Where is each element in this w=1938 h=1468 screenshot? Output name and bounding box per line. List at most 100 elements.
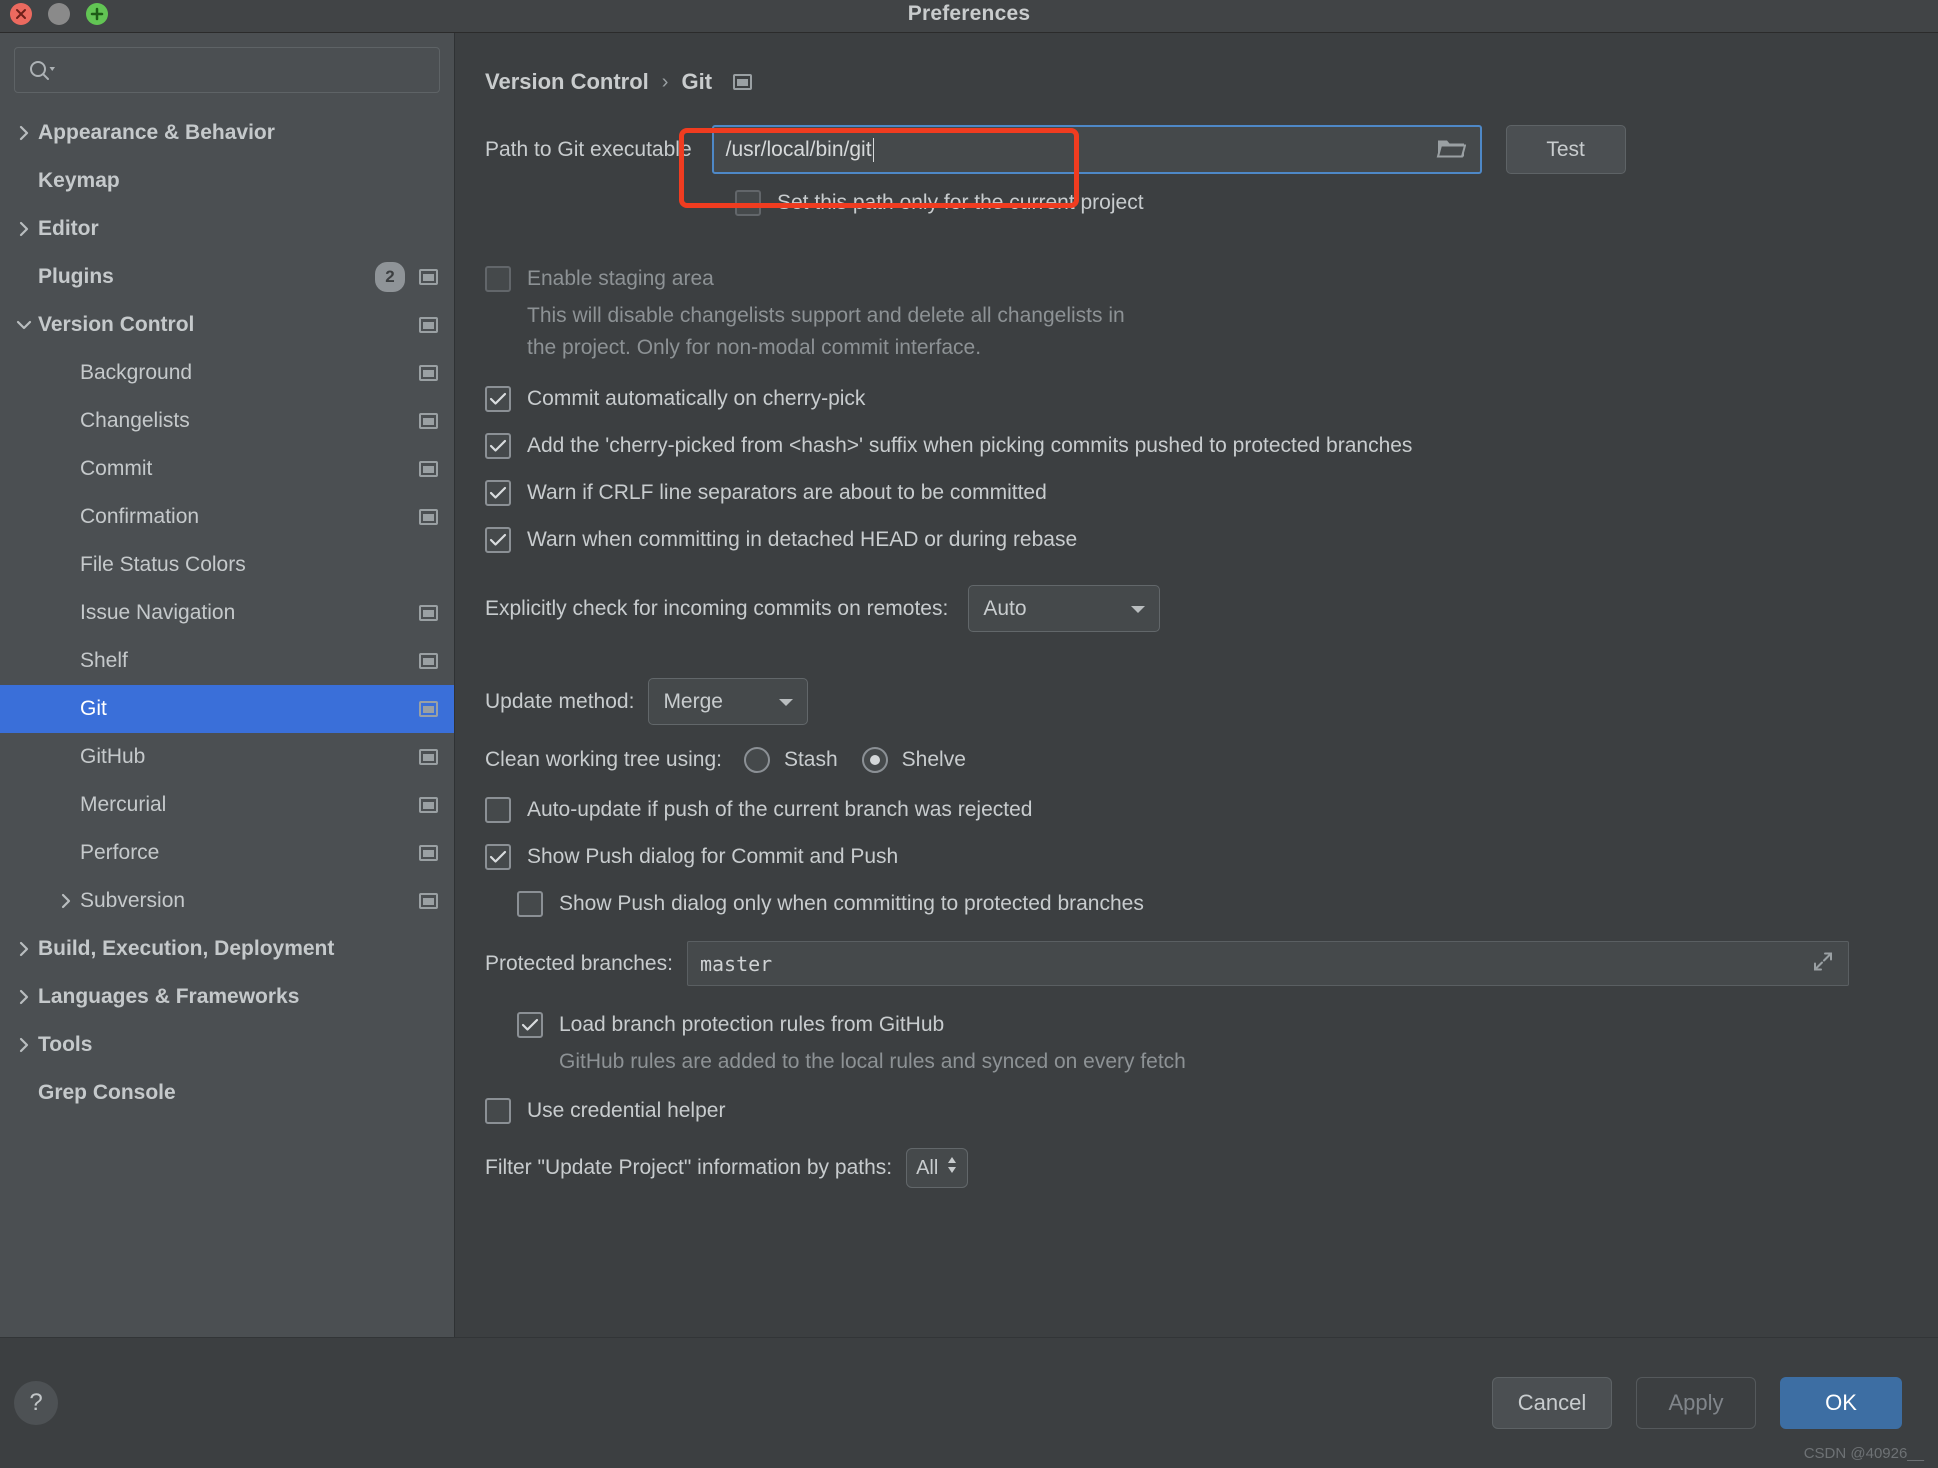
sidebar-item-commit[interactable]: Commit <box>0 445 454 493</box>
sidebar-item-version-control[interactable]: Version Control <box>0 301 454 349</box>
cancel-button[interactable]: Cancel <box>1492 1377 1612 1429</box>
sidebar-item-languages-frameworks[interactable]: Languages & Frameworks <box>0 973 454 1021</box>
protected-branches-input[interactable]: master <box>686 941 1849 986</box>
enable-staging-checkbox[interactable] <box>485 266 511 292</box>
sidebar-item-changelists[interactable]: Changelists <box>0 397 454 445</box>
project-scope-icon[interactable] <box>419 317 438 333</box>
chevron-right-icon[interactable] <box>10 1036 38 1054</box>
auto-update-row[interactable]: Auto-update if push of the current branc… <box>485 797 1938 823</box>
protected-branches-row: Protected branches: master <box>485 941 1938 986</box>
sidebar-item-grep-console[interactable]: Grep Console <box>0 1069 454 1117</box>
radio-option-shelve[interactable]: Shelve <box>861 747 966 773</box>
incoming-commits-select[interactable]: Auto <box>968 585 1161 632</box>
project-scope-icon[interactable] <box>419 893 438 909</box>
show-push-dialog-protected-row[interactable]: Show Push dialog only when committing to… <box>517 891 1938 917</box>
git-option-checkbox[interactable] <box>485 386 511 412</box>
project-scope-icon[interactable] <box>419 653 438 669</box>
enable-staging-description: This will disable changelists support an… <box>527 304 1938 360</box>
sidebar-item-file-status-colors[interactable]: File Status Colors <box>0 541 454 589</box>
git-settings-form: Path to Git executable /usr/local/bin/gi… <box>455 125 1938 1188</box>
project-scope-icon[interactable] <box>419 461 438 477</box>
enable-staging-row[interactable]: Enable staging area <box>485 266 1938 292</box>
chevron-right-icon[interactable] <box>10 124 38 142</box>
shelve-radio[interactable] <box>861 747 888 773</box>
set-path-only-row[interactable]: Set this path only for the current proje… <box>735 190 1938 216</box>
git-option-row[interactable]: Add the 'cherry-picked from <hash>' suff… <box>485 433 1938 459</box>
update-method-select[interactable]: Merge <box>648 678 809 725</box>
sidebar-item-label: Changelists <box>80 409 190 432</box>
project-scope-icon[interactable] <box>419 605 438 621</box>
sidebar-item-label: Subversion <box>80 889 186 912</box>
git-option-row[interactable]: Warn if CRLF line separators are about t… <box>485 480 1938 506</box>
git-option-checkbox[interactable] <box>485 527 511 553</box>
sidebar-item-label: Version Control <box>38 313 195 336</box>
project-scope-icon[interactable] <box>419 701 438 717</box>
sidebar-item-subversion[interactable]: Subversion <box>0 877 454 925</box>
expand-field-icon[interactable] <box>1812 950 1834 977</box>
sidebar-item-appearance-behavior[interactable]: Appearance & Behavior <box>0 109 454 157</box>
sidebar-item-build-execution-deployment[interactable]: Build, Execution, Deployment <box>0 925 454 973</box>
filter-paths-select[interactable]: All <box>906 1148 969 1188</box>
shelve-label: Shelve <box>901 748 966 771</box>
set-path-only-checkbox[interactable] <box>735 190 761 216</box>
git-executable-input[interactable]: /usr/local/bin/git <box>711 125 1482 174</box>
git-executable-label: Path to Git executable <box>485 137 692 161</box>
sidebar-item-confirmation[interactable]: Confirmation <box>0 493 454 541</box>
git-executable-field-wrap: /usr/local/bin/git <box>711 125 1482 174</box>
sidebar-item-git[interactable]: Git <box>0 685 454 733</box>
git-option-checkbox[interactable] <box>485 480 511 506</box>
show-push-dialog-row[interactable]: Show Push dialog for Commit and Push <box>485 844 1938 870</box>
incoming-commits-value: Auto <box>983 596 1027 620</box>
project-scope-icon[interactable] <box>419 413 438 429</box>
auto-update-checkbox[interactable] <box>485 797 511 823</box>
project-scope-icon[interactable] <box>419 797 438 813</box>
settings-content-pane: Version Control › Git Path to Git execut… <box>455 33 1938 1337</box>
load-branch-rules-row[interactable]: Load branch protection rules from GitHub <box>517 1012 1938 1038</box>
credential-helper-checkbox[interactable] <box>485 1098 511 1124</box>
ok-button[interactable]: OK <box>1780 1377 1902 1429</box>
chevron-right-icon[interactable] <box>10 988 38 1006</box>
sidebar-item-shelf[interactable]: Shelf <box>0 637 454 685</box>
footer-button-group: Cancel Apply OK <box>1492 1377 1902 1429</box>
sidebar-item-issue-navigation[interactable]: Issue Navigation <box>0 589 454 637</box>
radio-option-stash[interactable]: Stash <box>743 747 838 773</box>
project-scope-icon[interactable] <box>419 845 438 861</box>
breadcrumb-parent[interactable]: Version Control <box>485 69 649 95</box>
test-button[interactable]: Test <box>1505 125 1626 174</box>
sidebar-item-tools[interactable]: Tools <box>0 1021 454 1069</box>
help-button[interactable]: ? <box>14 1381 58 1425</box>
preferences-window: Appearance & Behavior Keymap Editor Plugins… <box>0 33 1938 1337</box>
sidebar-item-perforce[interactable]: Perforce <box>0 829 454 877</box>
sidebar-item-keymap[interactable]: Keymap <box>0 157 454 205</box>
sidebar-item-trailing <box>419 653 438 669</box>
project-scope-icon[interactable] <box>419 365 438 381</box>
sidebar-item-editor[interactable]: Editor <box>0 205 454 253</box>
git-option-checkbox[interactable] <box>485 433 511 459</box>
chevron-right-icon[interactable] <box>52 892 80 910</box>
sidebar-item-trailing <box>419 797 438 813</box>
sidebar-item-background[interactable]: Background <box>0 349 454 397</box>
chevron-down-icon[interactable] <box>10 318 38 332</box>
stash-radio[interactable] <box>743 747 770 773</box>
git-option-row[interactable]: Commit automatically on cherry-pick <box>485 386 1938 412</box>
show-push-dialog-checkbox[interactable] <box>485 844 511 870</box>
git-option-label: Commit automatically on cherry-pick <box>527 387 866 410</box>
show-push-dialog-protected-label: Show Push dialog only when committing to… <box>559 892 1144 915</box>
sidebar-item-mercurial[interactable]: Mercurial <box>0 781 454 829</box>
chevron-right-icon[interactable] <box>10 940 38 958</box>
search-input[interactable] <box>14 47 440 93</box>
chevron-right-icon[interactable] <box>10 220 38 238</box>
copy-settings-path-icon[interactable] <box>733 74 753 90</box>
credential-helper-row[interactable]: Use credential helper <box>485 1098 1938 1124</box>
sidebar-item-github[interactable]: GitHub <box>0 733 454 781</box>
project-scope-icon[interactable] <box>419 509 438 525</box>
sidebar-item-plugins[interactable]: Plugins 2 <box>0 253 454 301</box>
filter-paths-value: All <box>916 1156 939 1179</box>
load-branch-rules-checkbox[interactable] <box>517 1012 543 1038</box>
clean-working-tree-label: Clean working tree using: <box>485 748 722 771</box>
show-push-dialog-protected-checkbox[interactable] <box>517 891 543 917</box>
project-scope-icon[interactable] <box>419 269 438 285</box>
browse-folder-icon[interactable] <box>1436 135 1466 164</box>
git-option-row[interactable]: Warn when committing in detached HEAD or… <box>485 527 1938 553</box>
project-scope-icon[interactable] <box>419 749 438 765</box>
